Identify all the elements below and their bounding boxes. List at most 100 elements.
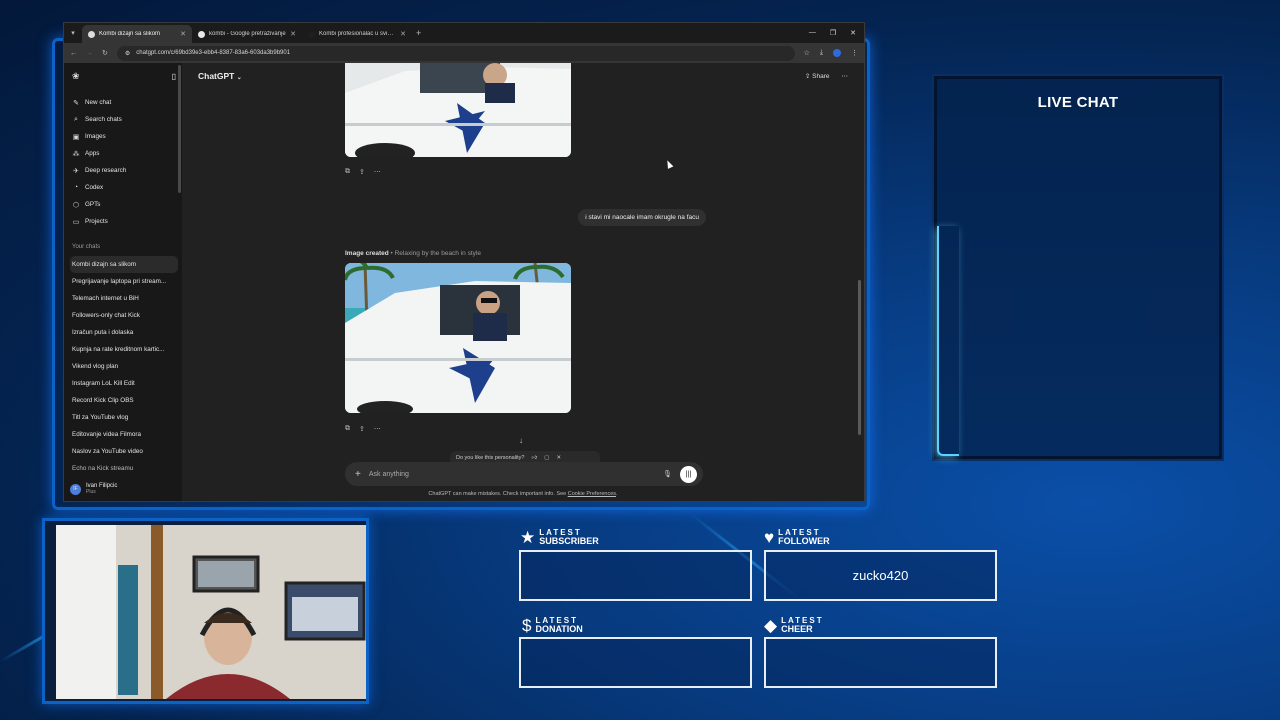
copy-icon[interactable]: ⧉ xyxy=(345,425,350,433)
latest-donation-label: $ LATEST DONATION xyxy=(522,616,583,634)
download-icon[interactable]: ⤓ xyxy=(820,49,823,57)
profile-icon[interactable] xyxy=(833,49,841,57)
microphone-icon[interactable]: 🎙︎ xyxy=(663,470,672,478)
browser-window: ▾ Kombi dizajn sa slikom ✕ kombi - Googl… xyxy=(63,22,865,502)
sidebar-item-apps[interactable]: ⁂ Apps xyxy=(70,145,178,162)
sidebar-item-gpts[interactable]: ⬡ GPTs xyxy=(70,196,178,213)
sidebar-item-new-chat[interactable]: ✎ New chat xyxy=(70,94,178,111)
sidebar-item-projects[interactable]: ▭ Projects xyxy=(70,213,178,230)
sidebar-item-deep-research[interactable]: ✈ Deep research xyxy=(70,162,178,179)
apps-icon: ⁂ xyxy=(72,150,80,158)
share-icon: ⇪ xyxy=(804,73,811,80)
chat-item[interactable]: Vikend vlog plan xyxy=(70,358,178,375)
bookmark-star-icon[interactable]: ☆ xyxy=(804,49,810,57)
prompt-input[interactable]: Ask anything xyxy=(369,471,655,478)
alert-bottom: SUBSCRIBER xyxy=(539,536,599,546)
forward-icon[interactable]: → xyxy=(86,50,93,57)
diamond-icon: ◆ xyxy=(764,615,778,635)
sidebar-item-label: New chat xyxy=(85,99,112,106)
latest-follower-label: ♥ LATEST FOLLOWER xyxy=(764,528,830,546)
close-tab-icon[interactable]: ✕ xyxy=(180,30,186,38)
chat-item[interactable]: Telemach internet u BiH xyxy=(70,290,178,307)
new-tab-icon[interactable]: + xyxy=(416,28,421,38)
more-options-icon[interactable]: ⋯ xyxy=(842,72,849,80)
heart-icon: ♥ xyxy=(764,527,775,547)
sidebar: ❀ ▯ ✎ New chat ⌕ Search chats ▣ Images ⁂ App… xyxy=(64,63,182,501)
latest-follower-box: zucko420 xyxy=(764,550,997,601)
openai-logo-icon[interactable]: ❀ xyxy=(72,71,80,82)
chat-item[interactable]: Followers-only chat Kick xyxy=(70,307,178,324)
model-selector[interactable]: ChatGPT ⌄ xyxy=(198,71,242,81)
share-button[interactable]: ⇪ Share xyxy=(805,72,830,80)
sidebar-item-label: Search chats xyxy=(85,116,122,123)
webcam-feed xyxy=(56,525,366,699)
share-icon[interactable]: ⇪ xyxy=(359,168,365,176)
thumbs-up-icon[interactable]: 👍︎ xyxy=(531,455,537,461)
image-actions: ⧉ ⇪ ⋯ xyxy=(345,425,381,433)
latest-subscriber-label: ★ LATEST SUBSCRIBER xyxy=(520,528,599,546)
image-caption: Image created • Relaxing by the beach in… xyxy=(345,250,481,257)
close-tab-icon[interactable]: ✕ xyxy=(400,30,406,38)
search-icon: ⌕ xyxy=(74,115,78,123)
restore-icon[interactable]: ❐ xyxy=(830,29,836,37)
sidebar-item-images[interactable]: ▣ Images xyxy=(70,128,178,145)
live-chat-accent xyxy=(937,226,959,456)
copy-icon[interactable]: ⧉ xyxy=(345,168,350,176)
add-attachment-icon[interactable]: + xyxy=(355,469,361,480)
chat-item[interactable]: Kupnja na rate kreditnom kartic... xyxy=(70,341,178,358)
user-menu[interactable]: IF Ivan Filipcic Plus xyxy=(70,483,117,495)
cookie-preferences-link[interactable]: Cookie Preferences xyxy=(568,491,616,497)
sidebar-scrollbar[interactable] xyxy=(178,65,181,193)
share-label: Share xyxy=(812,73,830,80)
tab-kombi-profesionalac[interactable]: Kombi profesionalac u svim b... ✕ xyxy=(302,25,412,43)
avatar: IF xyxy=(70,483,81,495)
site-info-icon[interactable]: ⚙ xyxy=(125,50,130,57)
disclaimer-end: . xyxy=(616,491,618,497)
van-beach-image-graphic xyxy=(345,263,571,413)
scroll-down-icon[interactable]: ↓ xyxy=(519,436,523,445)
chat-item[interactable]: Naslov za YouTube video xyxy=(70,443,178,460)
feedback-question: Do you like this personality? xyxy=(456,455,525,461)
chat-main: ChatGPT ⌄ ⇪ Share ⋯ ⧉ ⇪ ⋯ i stavi mi nao… xyxy=(182,63,864,501)
chat-item[interactable]: Pregrijavanje laptopa pri stream... xyxy=(70,273,178,290)
latest-donation-box xyxy=(519,637,752,688)
sidebar-item-label: Images xyxy=(85,133,106,140)
more-options-icon[interactable]: ⋯ xyxy=(374,168,381,176)
close-window-icon[interactable]: ✕ xyxy=(850,29,856,37)
share-icon[interactable]: ⇪ xyxy=(359,425,365,433)
tab-kombi-dizajn[interactable]: Kombi dizajn sa slikom ✕ xyxy=(82,25,192,43)
menu-dots-icon[interactable]: ⋮ xyxy=(851,49,858,57)
sidebar-item-codex[interactable]: ◔ Codex xyxy=(70,179,178,196)
chat-item[interactable]: Titl za YouTube vlog xyxy=(70,409,178,426)
chat-scrollbar[interactable] xyxy=(858,280,861,435)
user-message: i stavi mi naocale imam okrugle na facu xyxy=(578,209,706,226)
close-tab-icon[interactable]: ✕ xyxy=(290,30,296,38)
chat-item[interactable]: Kombi dizajn sa slikom xyxy=(70,256,178,273)
more-options-icon[interactable]: ⋯ xyxy=(374,425,381,433)
chat-item[interactable]: Izračun puta i dolaska xyxy=(70,324,178,341)
gpts-icon: ⬡ xyxy=(72,201,80,209)
tab-google-search[interactable]: kombi - Google pretraživanje ✕ xyxy=(192,25,302,43)
chat-item[interactable]: Echo na Kick streamu xyxy=(70,460,178,477)
minimize-icon[interactable]: — xyxy=(809,29,816,37)
tab-search-icon[interactable]: ▾ xyxy=(64,29,82,37)
chat-item[interactable]: Record Kick Clip OBS xyxy=(70,392,178,409)
van-image-graphic xyxy=(345,63,571,157)
live-chat-title: LIVE CHAT xyxy=(1037,94,1119,111)
thumbs-down-icon[interactable]: ▢ xyxy=(544,455,549,461)
close-icon[interactable]: ✕ xyxy=(556,455,561,461)
sidebar-item-search-chats[interactable]: ⌕ Search chats xyxy=(70,111,178,128)
live-chat-panel: LIVE CHAT xyxy=(932,74,1224,461)
toggle-sidebar-icon[interactable]: ▯ xyxy=(172,72,176,81)
chat-item[interactable]: Editovanje videa Filmora xyxy=(70,426,178,443)
chatgpt-favicon-icon xyxy=(308,30,315,38)
generated-image[interactable] xyxy=(345,263,571,413)
reload-icon[interactable]: ↻ xyxy=(102,49,108,57)
url-text: chatgpt.com/c/69bd39e3-ebb4-8387-83a6-60… xyxy=(136,50,291,56)
generated-image-previous[interactable] xyxy=(345,63,571,157)
disclaimer-text: ChatGPT can make mistakes. Check importa… xyxy=(428,491,568,497)
chat-item[interactable]: Instagram LoL Kill Edit xyxy=(70,375,178,392)
url-field[interactable]: ⚙ chatgpt.com/c/69bd39e3-ebb4-8387-83a6-… xyxy=(116,45,795,61)
voice-mode-icon[interactable]: ||| xyxy=(680,465,697,483)
back-icon[interactable]: ← xyxy=(70,50,77,57)
